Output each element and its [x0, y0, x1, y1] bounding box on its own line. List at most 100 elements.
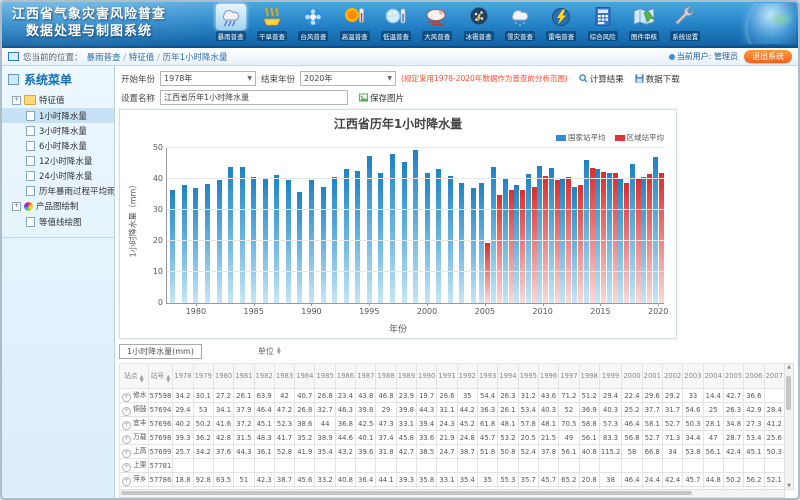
- row-expand-icon[interactable]: +: [122, 477, 131, 486]
- row-expand-icon[interactable]: +: [122, 449, 131, 458]
- column-header-year[interactable]: 1995: [518, 364, 538, 389]
- column-header-year[interactable]: 1997: [559, 364, 579, 389]
- row-expand-icon[interactable]: +: [122, 421, 131, 430]
- sidebar-item[interactable]: 等值线绘图: [2, 214, 114, 229]
- column-header-station-id[interactable]: 站号 ▲▼: [148, 364, 173, 389]
- legend-item[interactable]: 国家站平均: [556, 132, 606, 143]
- column-header-year[interactable]: 1991: [437, 364, 457, 389]
- station-cell[interactable]: +萍乡: [120, 473, 149, 487]
- data-grid[interactable]: 站点 ▲▼站号 ▲▼197819791980198119821983198419…: [119, 363, 785, 490]
- regional-bar[interactable]: [532, 187, 537, 303]
- column-header-year[interactable]: 1992: [457, 364, 477, 389]
- column-header-year[interactable]: 1979: [193, 364, 213, 389]
- column-header-year[interactable]: 1978: [173, 364, 193, 389]
- national-bar[interactable]: [526, 174, 531, 303]
- row-expand-icon[interactable]: +: [122, 463, 131, 472]
- toolbar-item-drought[interactable]: 干旱普查: [251, 4, 292, 41]
- row-expand-icon[interactable]: +: [122, 435, 131, 444]
- horizontal-scrollbar[interactable]: [119, 489, 785, 498]
- tree-group-palette[interactable]: +产品图绘制: [2, 198, 114, 214]
- column-header-year[interactable]: 2005: [723, 364, 743, 389]
- national-bar[interactable]: [321, 187, 326, 303]
- column-header-year[interactable]: 1989: [396, 364, 416, 389]
- sidebar-item[interactable]: 3小时降水量: [2, 123, 114, 138]
- sidebar-item[interactable]: 12小时降水量: [2, 153, 114, 168]
- toolbar-item-settings[interactable]: 系统设置: [665, 4, 706, 41]
- expand-icon[interactable]: +: [12, 202, 21, 211]
- sidebar-item[interactable]: 历年暴雨过程平均雨量: [2, 183, 114, 198]
- national-bar[interactable]: [402, 162, 407, 303]
- station-cell[interactable]: +宜丰: [120, 417, 149, 431]
- regional-bar[interactable]: [659, 173, 664, 303]
- toolbar-item-snow[interactable]: 雪灾普查: [499, 4, 540, 41]
- station-cell[interactable]: +万载: [120, 431, 149, 445]
- unit-sort-control[interactable]: 单位 ▲▼: [258, 346, 281, 357]
- column-header-year[interactable]: 1994: [498, 364, 518, 389]
- regional-bar[interactable]: [520, 190, 525, 303]
- toolbar-item-hail[interactable]: 冰雹普查: [458, 4, 499, 41]
- national-bar[interactable]: [425, 173, 430, 304]
- regional-bar[interactable]: [624, 183, 629, 303]
- scroll-up-icon[interactable]: ▲: [787, 364, 791, 370]
- national-bar[interactable]: [309, 180, 314, 303]
- regional-bar[interactable]: [613, 173, 618, 303]
- legend-item[interactable]: 区域站平均: [615, 132, 665, 143]
- national-bar[interactable]: [217, 180, 222, 303]
- expand-icon[interactable]: +: [12, 96, 21, 105]
- national-bar[interactable]: [514, 185, 519, 303]
- toolbar-item-low-temp[interactable]: 低温普查: [375, 4, 416, 41]
- national-bar[interactable]: [286, 180, 291, 303]
- breadcrumb-item[interactable]: 历年1小时降水量: [163, 53, 228, 63]
- national-bar[interactable]: [630, 164, 635, 304]
- horizontal-scroll-thumb[interactable]: [121, 491, 692, 495]
- column-header-year[interactable]: 2003: [683, 364, 703, 389]
- station-cell[interactable]: +修水: [120, 389, 149, 403]
- column-header-year[interactable]: 1987: [356, 364, 376, 389]
- regional-bar[interactable]: [578, 185, 583, 303]
- station-cell[interactable]: +铜鼓: [120, 403, 149, 417]
- toolbar-item-map-audit[interactable]: 图件审核: [623, 4, 664, 41]
- national-bar[interactable]: [193, 188, 198, 303]
- row-expand-icon[interactable]: +: [122, 393, 131, 402]
- column-header-year[interactable]: 1981: [234, 364, 254, 389]
- national-bar[interactable]: [572, 187, 577, 303]
- column-header-year[interactable]: 1996: [538, 364, 558, 389]
- row-expand-icon[interactable]: +: [122, 407, 131, 416]
- national-bar[interactable]: [378, 173, 383, 303]
- vertical-scroll-thumb[interactable]: [786, 376, 791, 410]
- national-bar[interactable]: [503, 179, 508, 303]
- national-bar[interactable]: [491, 167, 496, 303]
- column-header-year[interactable]: 1998: [579, 364, 599, 389]
- breadcrumb-item[interactable]: 暴雨普查: [87, 53, 121, 63]
- national-bar[interactable]: [436, 169, 441, 303]
- column-header-station[interactable]: 站点 ▲▼: [120, 364, 149, 389]
- toolbar-item-lightning[interactable]: 雷电普查: [541, 4, 582, 41]
- national-bar[interactable]: [355, 171, 360, 303]
- national-bar[interactable]: [205, 184, 210, 303]
- national-bar[interactable]: [537, 166, 542, 303]
- save-image-button[interactable]: 保存图片: [359, 92, 404, 104]
- column-header-year[interactable]: 2000: [622, 364, 642, 389]
- national-bar[interactable]: [182, 185, 187, 303]
- regional-bar[interactable]: [590, 168, 595, 303]
- column-header-year[interactable]: 1986: [335, 364, 355, 389]
- setting-name-input[interactable]: 江西省历年1小时降水量: [160, 90, 348, 105]
- national-bar[interactable]: [344, 169, 349, 303]
- regional-bar[interactable]: [485, 243, 490, 303]
- national-bar[interactable]: [228, 167, 233, 303]
- toolbar-item-typhoon[interactable]: 台风普查: [293, 4, 334, 41]
- regional-bar[interactable]: [601, 172, 606, 303]
- sort-icons[interactable]: ▲▼: [277, 347, 281, 355]
- national-bar[interactable]: [240, 167, 245, 303]
- logout-button[interactable]: 退出系统: [744, 50, 792, 63]
- column-header-year[interactable]: 1990: [417, 364, 437, 389]
- end-year-select[interactable]: 2020年 ▼: [300, 71, 396, 86]
- regional-bar[interactable]: [647, 174, 652, 303]
- data-download-button[interactable]: 数据下载: [635, 73, 680, 85]
- vertical-scrollbar[interactable]: ▲ ▼: [784, 363, 794, 490]
- column-header-year[interactable]: 1983: [274, 364, 294, 389]
- national-bar[interactable]: [595, 169, 600, 303]
- national-bar[interactable]: [471, 188, 476, 303]
- national-bar[interactable]: [479, 183, 484, 303]
- column-header-year[interactable]: 2002: [662, 364, 682, 389]
